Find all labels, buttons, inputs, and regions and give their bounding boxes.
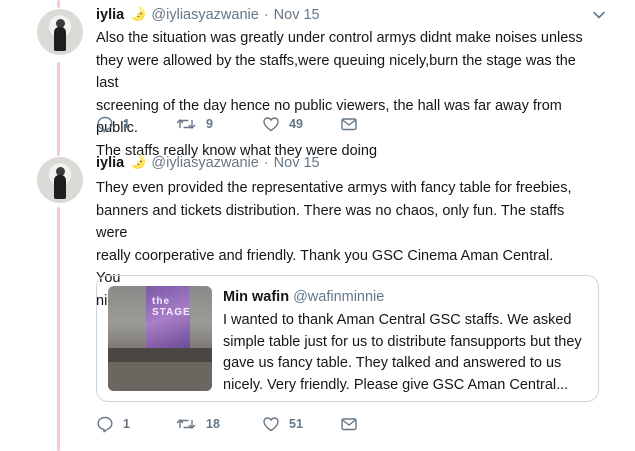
reply-button[interactable]: 1 [96,115,175,133]
quoted-author-handle: @wafinminnie [293,289,385,305]
separator: · [263,155,269,171]
retweet-icon [176,419,196,429]
retweet-button[interactable]: 18 [175,415,262,433]
reply-count: 1 [123,417,130,431]
quoted-tweet-text: I wanted to thank Aman Central GSC staff… [223,312,582,393]
quoted-author-name: Min wafin [223,289,290,305]
message-button[interactable] [340,115,358,133]
author-name[interactable]: iylia [96,7,124,23]
image-caption: the STAGE [152,296,191,318]
like-button[interactable]: 51 [262,415,340,433]
quoted-tweet-header: Min wafin @wafinminnie [223,286,595,308]
tweet-header: iylia 🌛 @iyliasyazwanie · Nov 15 [96,4,606,26]
author-handle[interactable]: @iyliasyazwanie [151,7,258,23]
quoted-tweet-image[interactable]: the STAGE [108,286,212,391]
like-icon [263,117,279,132]
reply-count: 1 [123,117,130,131]
tweet-content: iylia 🌛 @iyliasyazwanie · Nov 15 Also th… [96,4,606,162]
thread-line [57,207,60,451]
separator: · [263,7,269,23]
tweet-text: Also the situation was greatly under con… [96,30,583,159]
reply-button[interactable]: 1 [96,415,175,433]
thread-line [57,0,60,8]
retweet-button[interactable]: 9 [175,115,262,133]
message-icon [341,418,357,431]
tweet-date[interactable]: Nov 15 [274,155,320,171]
thread-line [57,62,60,156]
author-handle[interactable]: @iyliasyazwanie [151,155,258,171]
like-count: 49 [289,117,303,131]
avatar[interactable] [37,157,83,203]
chevron-down-icon[interactable] [592,8,606,22]
tweet-actions: 1 18 51 [96,415,358,433]
reply-icon [97,416,113,433]
like-button[interactable]: 49 [262,115,340,133]
like-count: 51 [289,417,303,431]
quoted-tweet-content: Min wafin @wafinminnie I wanted to thank… [223,286,595,396]
message-icon [341,118,357,131]
retweet-icon [176,119,196,129]
author-name[interactable]: iylia [96,155,124,171]
moon-emoji: 🌛 [130,6,147,21]
tweet-date[interactable]: Nov 15 [274,7,320,23]
moon-emoji: 🌛 [130,154,147,169]
tweet-header: iylia 🌛 @iyliasyazwanie · Nov 15 [96,152,606,174]
tweet-content: iylia 🌛 @iyliasyazwanie · Nov 15 They ev… [96,152,606,402]
avatar[interactable] [37,9,83,55]
quoted-tweet[interactable]: the STAGE Min wafin @wafinminnie I wante… [96,275,599,402]
retweet-count: 9 [206,117,213,131]
message-button[interactable] [340,415,358,433]
retweet-count: 18 [206,417,220,431]
reply-icon [97,116,113,133]
tweet-actions: 1 9 49 [96,115,358,133]
like-icon [263,417,279,432]
